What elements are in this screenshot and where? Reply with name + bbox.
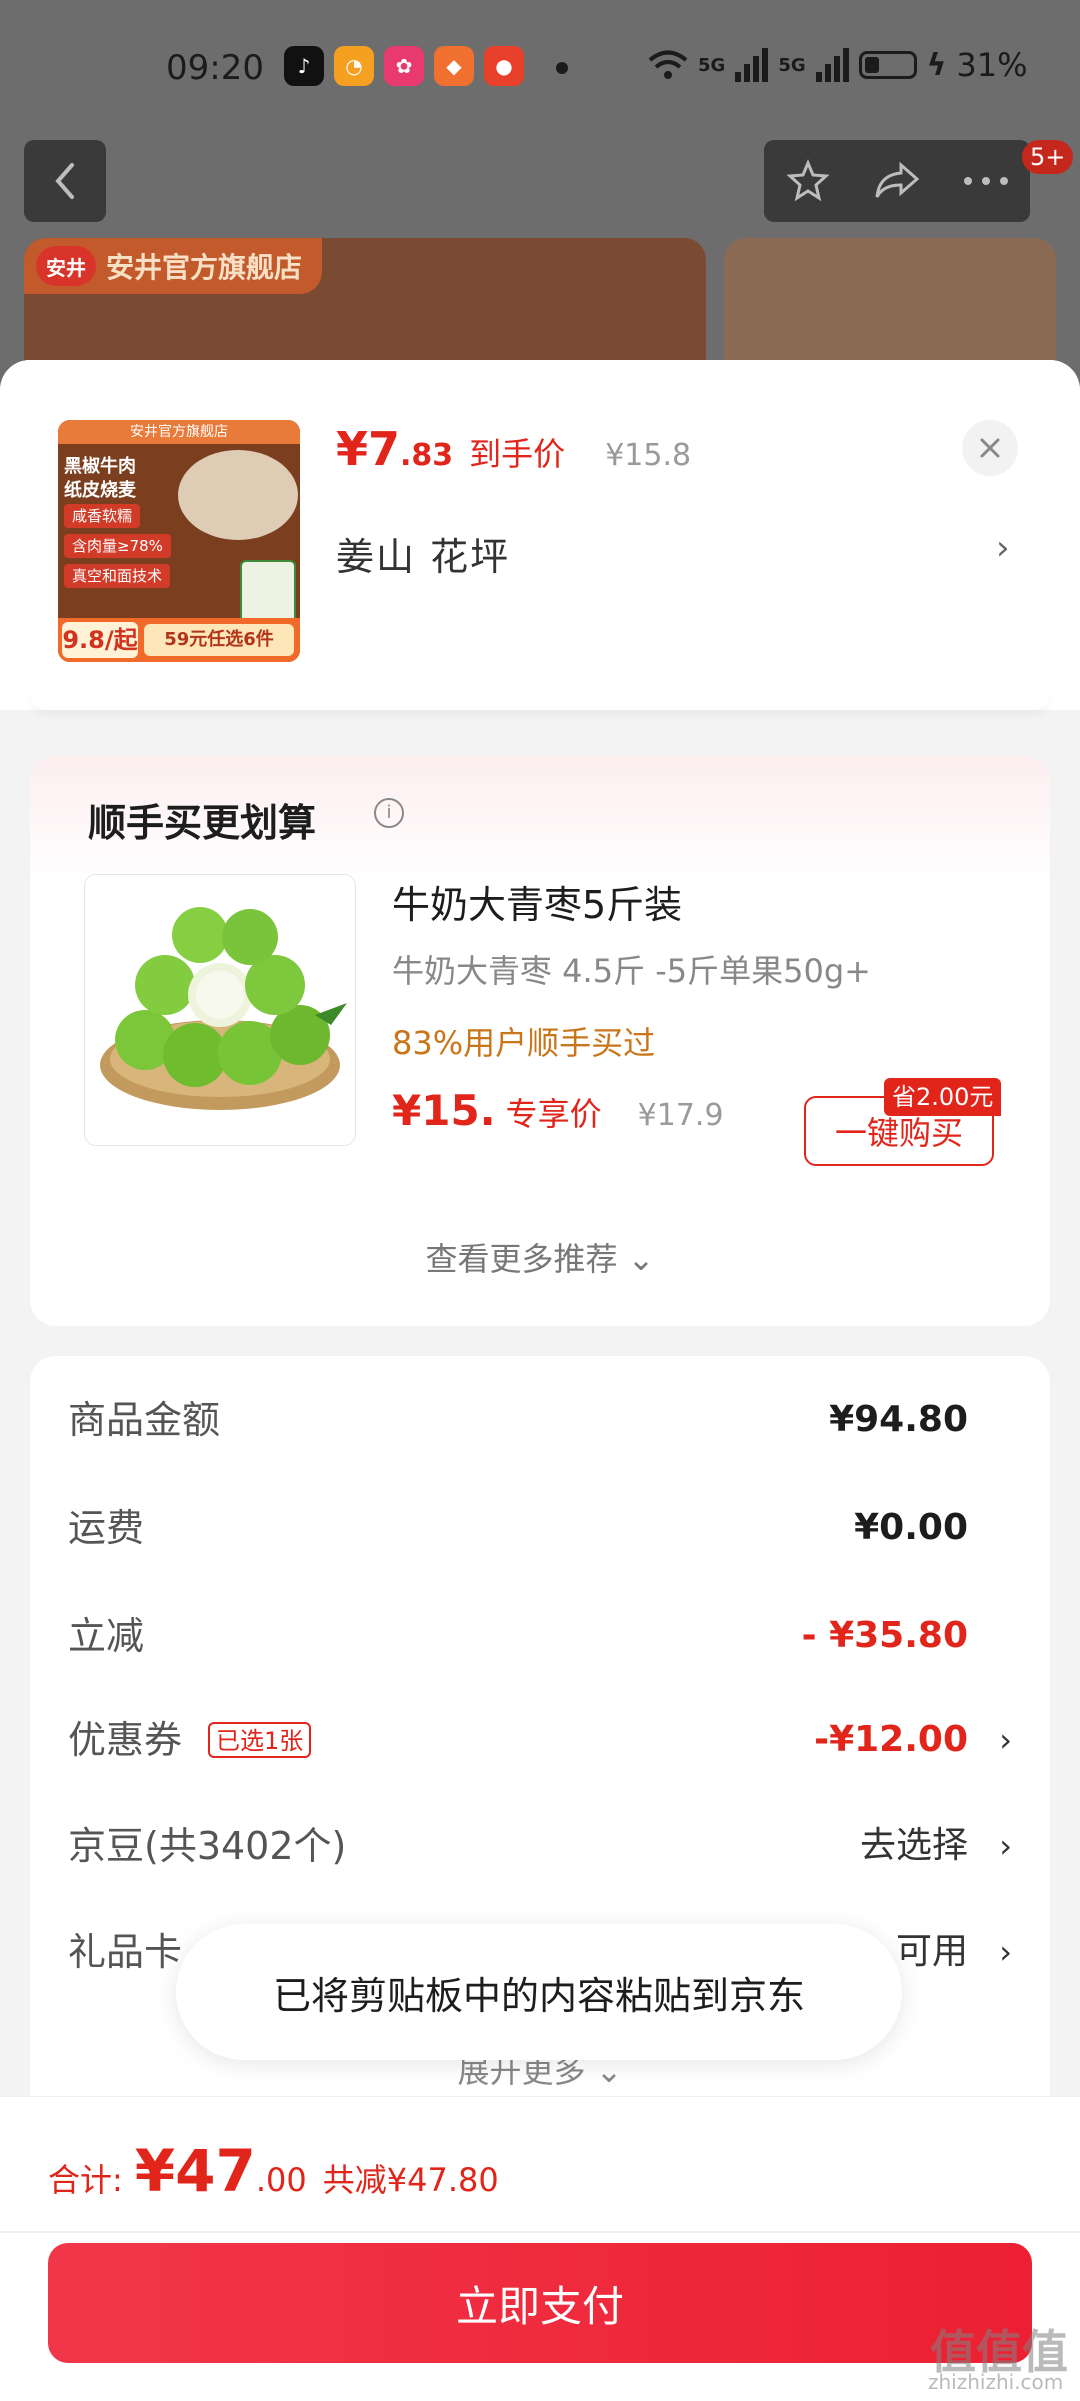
recommendation-price: ¥15.	[392, 1086, 496, 1135]
cat-app-icon: ◔	[334, 46, 374, 86]
delivery-address[interactable]: 姜山 花坪	[336, 526, 510, 581]
watermark-url: zhizhizhi.com	[928, 2370, 1064, 2394]
shipping-label: 运费	[68, 1506, 145, 1550]
clipboard-toast: 已将剪贴板中的内容粘贴到京东	[176, 1924, 902, 2060]
red-app-icon: ●	[484, 46, 524, 86]
shopping-festival-icon: ✿	[384, 46, 424, 86]
thumb-store-label: 安井官方旗舰店	[58, 420, 300, 444]
close-icon	[980, 438, 1000, 458]
final-price: ¥7.83	[336, 422, 453, 476]
footer-divider	[0, 2231, 1080, 2233]
product-summary-card: 安井官方旗舰店 黑椒牛肉 纸皮烧麦 咸香软糯 含肉量≥78% 真空和面技术 9.…	[0, 360, 1080, 710]
network-5g-label-2: 5G	[778, 54, 806, 76]
total-label: 合计:	[48, 2161, 123, 2199]
coupon-label: 优惠券	[68, 1718, 183, 1762]
checkout-footer: 合计: ¥47.00 共减¥47.80 立即支付	[0, 2096, 1080, 2401]
discount-value: - ¥35.80	[801, 1615, 968, 1656]
chevron-right-icon: ›	[999, 1933, 1012, 1971]
total-row: 合计: ¥47.00 共减¥47.80	[48, 2137, 499, 2205]
card-bottom-edge	[30, 690, 1050, 710]
recommendation-price-row: ¥15. 专享价 ¥17.9	[392, 1086, 724, 1135]
shipping-value: ¥0.00	[854, 1507, 968, 1548]
total-amount-decimal: .00	[255, 2161, 307, 2199]
thumb-title-line-1: 黑椒牛肉	[64, 456, 136, 477]
background-page: 09:20 ♪ ◔ ✿ ◆ ● 5G 5G ϟ 31% 5+ 安井 安井官方旗舰…	[0, 0, 1080, 400]
coupon-value: -¥12.00	[814, 1719, 968, 1760]
pay-now-button[interactable]: 立即支付	[48, 2243, 1032, 2363]
thumb-price-tag: 9.8/起	[62, 622, 138, 658]
final-price-label: 到手价	[469, 435, 566, 473]
thumb-chip-1: 咸香软糯	[64, 504, 141, 528]
dumpling-illustration	[178, 450, 298, 540]
status-bar: 09:20 ♪ ◔ ✿ ◆ ● 5G 5G ϟ 31%	[0, 40, 1080, 104]
recommendation-card: 顺手买更划算 i 牛奶大青枣5斤装 牛奶大青枣 4.5斤 -5斤单果50g+ 8…	[30, 756, 1050, 1326]
recommendation-stat: 83%用户顺手买过	[392, 1024, 656, 1062]
total-saved: 共减¥47.80	[322, 2161, 499, 2199]
summary-row-shipping: 运费 ¥0.00	[30, 1488, 1050, 1568]
slow-app-icon: ◆	[434, 46, 474, 86]
product-price-row: ¥7.83 到手价 ¥15.8	[336, 422, 691, 476]
chevron-right-icon: ›	[999, 1827, 1012, 1865]
recommendation-title: 顺手买更划算	[88, 801, 317, 845]
recommendation-original-price: ¥17.9	[637, 1098, 724, 1133]
recommendation-spec: 牛奶大青枣 4.5斤 -5斤单果50g+	[392, 952, 871, 990]
save-badge: 省2.00元	[884, 1078, 1002, 1116]
status-time: 09:20	[166, 48, 264, 88]
store-logo: 安井	[36, 246, 96, 286]
package-illustration	[240, 560, 296, 624]
charging-icon: ϟ	[926, 47, 947, 83]
original-price: ¥15.8	[605, 438, 692, 473]
chevron-right-icon[interactable]: ›	[996, 528, 1010, 568]
discount-label: 立减	[68, 1614, 145, 1658]
giftcard-value: 可用	[895, 1931, 968, 1972]
tiktok-icon: ♪	[284, 46, 324, 86]
jingdou-value: 去选择	[859, 1825, 968, 1866]
more-icon[interactable]	[962, 175, 1010, 187]
signal-icon-2	[815, 48, 849, 82]
final-price-integer: ¥7	[336, 422, 401, 476]
thumb-title-line-2: 纸皮烧麦	[64, 480, 136, 501]
store-tag: 安井 安井官方旗舰店	[24, 238, 323, 294]
store-name: 安井官方旗舰店	[106, 251, 303, 284]
giftcard-label: 礼品卡	[68, 1930, 183, 1974]
recommendation-name[interactable]: 牛奶大青枣5斤装	[392, 874, 682, 929]
network-5g-label: 5G	[698, 54, 726, 76]
thumb-offer-tag: 59元任选6件	[144, 624, 294, 656]
battery-percent: 31%	[956, 46, 1028, 84]
info-icon[interactable]: i	[374, 798, 404, 828]
top-action-bar	[764, 140, 1030, 222]
back-button[interactable]	[24, 140, 106, 222]
recommendation-price-label: 专享价	[505, 1095, 602, 1133]
share-icon[interactable]	[871, 159, 923, 203]
chevron-left-icon	[55, 163, 74, 199]
more-notifications-dot	[556, 62, 568, 74]
more-recommendations-link[interactable]: 查看更多推荐 ⌄	[30, 1234, 1050, 1280]
star-icon[interactable]	[784, 157, 832, 205]
goods-amount-value: ¥94.80	[829, 1399, 968, 1440]
product-thumbnail: 安井官方旗舰店 黑椒牛肉 纸皮烧麦 咸香软糯 含肉量≥78% 真空和面技术 9.…	[58, 420, 300, 662]
summary-row-discount: 立减 - ¥35.80	[30, 1596, 1050, 1676]
notification-badge: 5+	[1022, 140, 1074, 174]
thumb-chip-2: 含肉量≥78%	[64, 534, 171, 558]
green-jujube-image	[100, 907, 347, 1110]
notification-icons: ♪ ◔ ✿ ◆ ●	[284, 46, 524, 86]
close-button[interactable]	[962, 420, 1018, 476]
thumb-chip-3: 真空和面技术	[64, 564, 171, 588]
status-indicators: 5G 5G ϟ 31%	[648, 46, 1028, 84]
total-amount-integer: ¥47	[134, 2137, 256, 2205]
final-price-decimal: .83	[400, 438, 454, 473]
summary-row-coupon[interactable]: 优惠券 已选1张 -¥12.00 ›	[30, 1700, 1050, 1780]
summary-row-jingdou[interactable]: 京豆(共3402个) 去选择 ›	[30, 1806, 1050, 1886]
jingdou-label: 京豆(共3402个)	[68, 1824, 347, 1868]
signal-icon	[735, 48, 769, 82]
wifi-icon	[648, 50, 688, 79]
checkout-sheet: 安井官方旗舰店 黑椒牛肉 纸皮烧麦 咸香软糯 含肉量≥78% 真空和面技术 9.…	[0, 360, 1080, 2400]
total-amount: ¥47.00	[135, 2137, 307, 2205]
battery-icon	[858, 51, 917, 79]
chevron-right-icon: ›	[999, 1721, 1012, 1759]
goods-amount-label: 商品金额	[68, 1398, 221, 1442]
coupon-selected-tag: 已选1张	[208, 1722, 312, 1758]
summary-row-goods: 商品金额 ¥94.80	[30, 1380, 1050, 1460]
recommendation-image[interactable]	[84, 874, 356, 1146]
